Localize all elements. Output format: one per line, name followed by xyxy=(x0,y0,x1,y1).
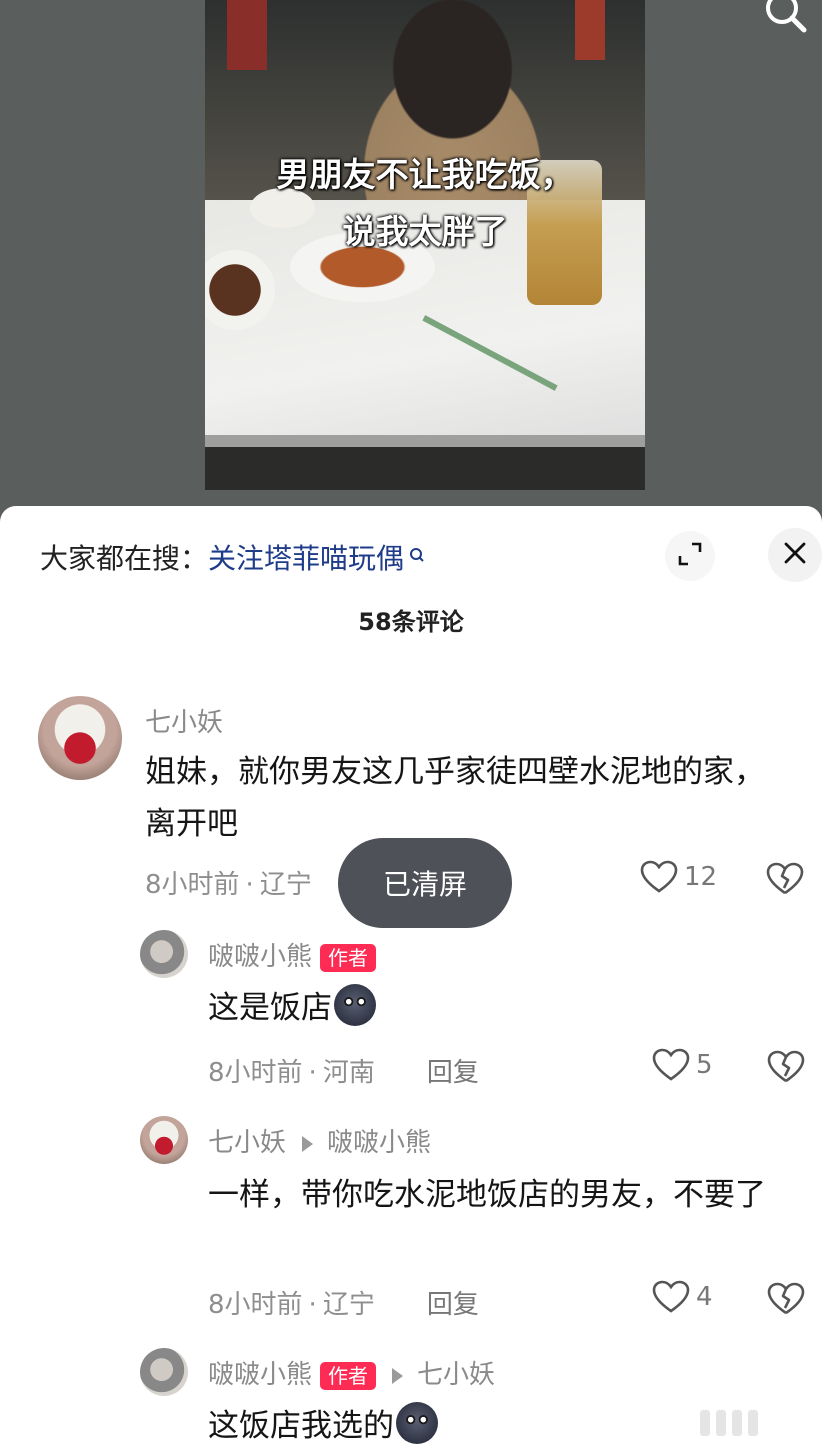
close-button[interactable] xyxy=(768,528,822,582)
like-button[interactable]: 4 xyxy=(652,1280,713,1314)
comment-username-text: 啵啵小熊 xyxy=(208,1360,313,1390)
separator-dot: · xyxy=(245,870,254,900)
comment-username-text: 七小妖 xyxy=(208,1128,287,1158)
comment-time: 8小时前 xyxy=(145,870,240,900)
broken-heart-icon xyxy=(766,862,804,895)
author-badge: 作者 xyxy=(320,1361,377,1390)
reply-to-username[interactable]: 七小妖 xyxy=(417,1360,495,1390)
comment-location: 河南 xyxy=(322,1058,375,1088)
indicator-bar xyxy=(732,1410,742,1436)
reply-arrow-icon xyxy=(302,1135,314,1152)
comment-text-content: 这饭店我选的 xyxy=(208,1408,394,1444)
dislike-button[interactable] xyxy=(766,862,804,900)
comment-text: 一样，带你吃水泥地饭店的男友，不要了 xyxy=(208,1177,766,1213)
comment-username-text: 啵啵小熊 xyxy=(208,942,313,972)
emoji-icon xyxy=(396,1402,438,1444)
comment-count: 58条评论 xyxy=(358,608,464,636)
home-indicator xyxy=(700,1408,800,1438)
reply-to-username[interactable]: 啵啵小熊 xyxy=(327,1128,431,1158)
comment-username[interactable]: 七小妖 啵啵小熊 xyxy=(208,1122,431,1159)
comment-meta: 8小时前 · 辽宁 回复 xyxy=(208,1284,479,1321)
search-icon[interactable] xyxy=(760,0,812,34)
comment-text: 这饭店我选的 xyxy=(208,1400,438,1452)
heart-icon xyxy=(640,860,678,893)
comment-location: 辽宁 xyxy=(259,870,312,900)
emoji-icon xyxy=(334,984,376,1026)
comment-time: 8小时前 xyxy=(208,1058,303,1088)
author-badge: 作者 xyxy=(320,943,377,972)
avatar[interactable] xyxy=(140,930,188,978)
video-scene-table-edge xyxy=(205,435,645,447)
avatar[interactable] xyxy=(140,1116,188,1164)
comment-username[interactable]: 七小妖 xyxy=(145,702,223,739)
video-scene-door xyxy=(227,0,267,70)
separator-dot: · xyxy=(308,1290,317,1320)
avatar[interactable] xyxy=(140,1348,188,1396)
indicator-bar xyxy=(700,1410,710,1436)
comment-panel: 大家都在搜：关注塔菲喵玩偶 58条评论 七小妖 姐妹，就你男友这几乎家徒四壁水泥… xyxy=(0,506,822,1453)
video-scene-door xyxy=(575,0,605,60)
comment-location: 辽宁 xyxy=(322,1290,375,1320)
comment-meta: 8小时前 · 辽宁 xyxy=(145,864,312,901)
dislike-button[interactable] xyxy=(767,1282,805,1320)
comment-text-content: 这是饭店 xyxy=(208,990,332,1026)
comment-meta: 8小时前 · 河南 回复 xyxy=(208,1052,479,1089)
heart-icon xyxy=(652,1048,690,1081)
separator-dot: · xyxy=(308,1058,317,1088)
dislike-button[interactable] xyxy=(767,1050,805,1088)
search-suggestion-label: 大家都在搜： xyxy=(40,542,209,575)
video-caption-line-1: 男朋友不让我吃饭， xyxy=(276,155,574,194)
video-scene-floor xyxy=(205,447,645,490)
indicator-bar xyxy=(748,1410,758,1436)
expand-icon xyxy=(677,541,703,571)
search-suggestion[interactable]: 大家都在搜：关注塔菲喵玩偶 xyxy=(40,539,426,579)
like-button[interactable]: 12 xyxy=(640,860,717,894)
video-caption-line-2: 说我太胖了 xyxy=(342,212,508,251)
comment-time: 8小时前 xyxy=(208,1290,303,1320)
indicator-bar xyxy=(716,1410,726,1436)
toast-message: 已清屏 xyxy=(338,838,512,928)
heart-icon xyxy=(652,1280,690,1313)
like-count: 5 xyxy=(696,1050,713,1080)
comment-text: 这是饭店 xyxy=(208,982,376,1034)
search-suggestion-query[interactable]: 关注塔菲喵玩偶 xyxy=(208,542,404,575)
comment-username[interactable]: 啵啵小熊 作者 七小妖 xyxy=(208,1354,495,1391)
comment-text: 姐妹，就你男友这几乎家徒四壁水泥地的家，离开吧 xyxy=(145,754,765,842)
close-icon xyxy=(784,542,806,568)
reply-arrow-icon xyxy=(392,1367,404,1384)
expand-button[interactable] xyxy=(665,531,715,581)
like-count: 4 xyxy=(696,1282,713,1312)
broken-heart-icon xyxy=(767,1282,805,1315)
reply-button[interactable]: 回复 xyxy=(427,1290,479,1320)
reply-button[interactable]: 回复 xyxy=(427,1058,479,1088)
like-count: 12 xyxy=(684,862,718,892)
like-button[interactable]: 5 xyxy=(652,1048,713,1082)
search-icon xyxy=(408,539,426,562)
avatar[interactable] xyxy=(38,696,122,780)
broken-heart-icon xyxy=(767,1050,805,1083)
comment-username[interactable]: 啵啵小熊 作者 xyxy=(208,936,377,973)
